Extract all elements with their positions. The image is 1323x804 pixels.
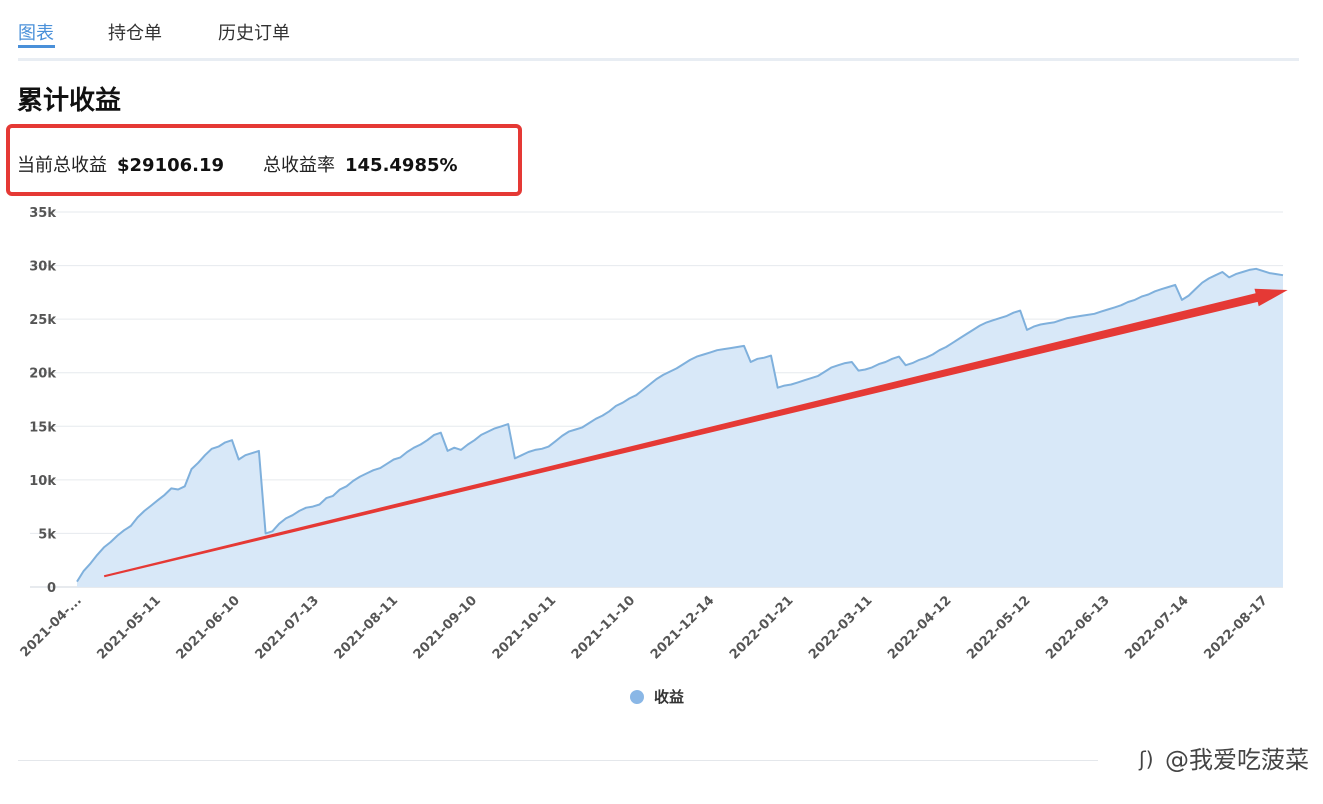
x-tick-label: 2022-08-17: [1201, 593, 1270, 662]
x-tick-label: 2022-06-13: [1043, 593, 1112, 662]
x-tick-label: 2021-04-...: [18, 593, 85, 660]
x-tick-label: 2022-04-12: [885, 593, 954, 662]
total-rate-stat: 总收益率 145.4985%: [263, 157, 458, 175]
active-tab-indicator: [18, 45, 55, 48]
y-tick-label: 25k: [29, 313, 56, 328]
x-tick-label: 2021-08-11: [332, 593, 401, 662]
tab-history-orders[interactable]: 历史订单: [218, 19, 290, 45]
total-profit-value: $29106.19: [117, 155, 225, 176]
bottom-divider: [18, 760, 1098, 761]
chart-legend[interactable]: 收益: [630, 686, 684, 707]
tab-bar: 图表 持仓单 历史订单: [18, 0, 1299, 61]
total-rate-value: 145.4985%: [345, 155, 458, 176]
legend-dot-icon: [630, 689, 644, 704]
tab-positions[interactable]: 持仓单: [108, 19, 162, 45]
x-tick-label: 2021-09-10: [411, 593, 480, 662]
zhihu-logo-icon: ʃ): [1139, 746, 1154, 771]
total-profit-stat: 当前总收益 $29106.19: [17, 157, 224, 175]
chart-svg: 0 5k 10k 15k 20k 25k 30k 35k 2021-04-... 2021-05-…: [18, 206, 1288, 663]
x-tick-label: 2021-12-14: [648, 593, 717, 662]
page-title: 累计收益: [17, 86, 122, 116]
total-profit-label: 当前总收益: [17, 155, 107, 176]
tab-history-orders-label: 历史订单: [218, 23, 290, 44]
x-tick-label: 2021-06-10: [174, 593, 243, 662]
y-tick-label: 10k: [29, 474, 56, 489]
total-rate-label: 总收益率: [263, 155, 335, 176]
tab-chart-label: 图表: [18, 23, 54, 44]
x-tick-label: 2022-05-12: [964, 593, 1033, 662]
watermark: ʃ) @我爱吃菠菜: [1139, 740, 1309, 775]
tab-chart[interactable]: 图表: [18, 19, 55, 48]
watermark-text: @我爱吃菠菜: [1165, 746, 1309, 774]
y-tick-label: 35k: [29, 206, 56, 221]
x-tick-label: 2022-07-14: [1122, 593, 1191, 662]
x-tick-label: 2021-07-13: [253, 593, 322, 662]
x-tick-label: 2021-11-10: [569, 593, 638, 662]
x-tick-label: 2021-10-11: [490, 593, 559, 662]
legend-label: 收益: [654, 688, 685, 706]
y-tick-label: 0: [47, 581, 56, 596]
cumulative-profit-chart: 0 5k 10k 15k 20k 25k 30k 35k 2021-04-... 2021-05-…: [0, 200, 1323, 720]
y-tick-label: 30k: [29, 260, 56, 275]
y-tick-label: 20k: [29, 367, 56, 382]
x-tick-label: 2021-05-11: [94, 593, 163, 662]
tab-positions-label: 持仓单: [108, 23, 162, 44]
y-tick-label: 5k: [38, 527, 56, 542]
y-tick-label: 15k: [29, 420, 56, 435]
x-tick-label: 2022-03-11: [806, 593, 875, 662]
x-tick-label: 2022-01-21: [727, 593, 796, 662]
